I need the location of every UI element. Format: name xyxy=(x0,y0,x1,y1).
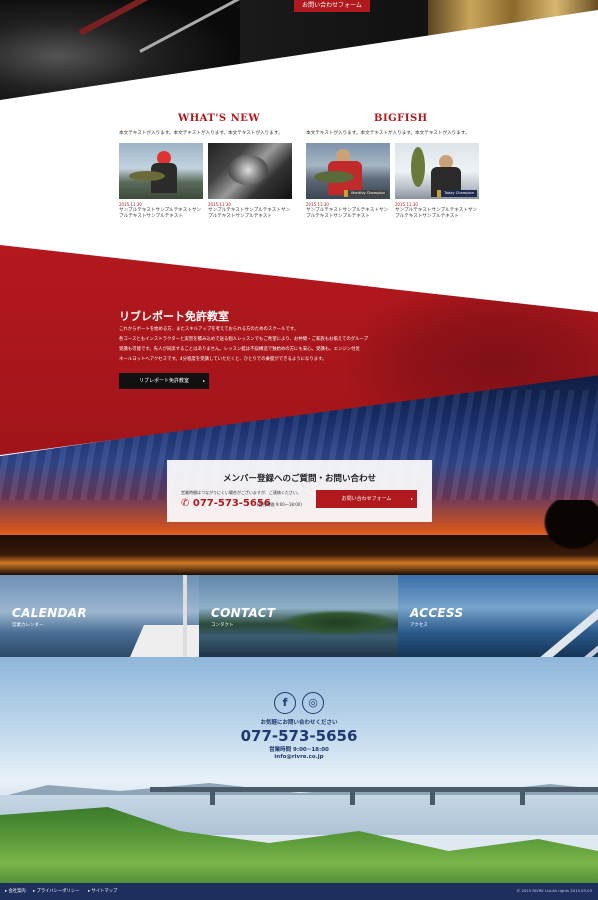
badge-today-champion: Today Champion xyxy=(437,190,477,197)
phone-icon: ✆ xyxy=(181,498,190,509)
license-text: 受講も可能です。先人が同席することはありません。レッスン艇は不誤構造で独始めの方… xyxy=(119,347,360,352)
panel-title: CALENDAR xyxy=(12,606,87,620)
contact-hours: (受付時間 9:00～18:00) xyxy=(257,502,302,507)
license-text: 各コースともインストラクターと実習を積み込めで送る個人レッスンでもご希望により、… xyxy=(119,337,369,342)
arrow-right-icon: ▸ xyxy=(202,378,205,383)
license-text: これからボートを始める方、またスキルアップを考えておられる方のためのスクールです… xyxy=(119,327,299,332)
news-photo[interactable] xyxy=(119,143,203,199)
footer-phone[interactable]: 077-573-5656 xyxy=(0,727,598,745)
contact-form-button[interactable]: お問い合わせフォーム ▸ xyxy=(316,490,417,508)
lake-landscape-image xyxy=(0,657,598,883)
whats-new-title: WHAT'S NEW xyxy=(178,113,261,124)
access-panel[interactable]: ACCESS アクセス xyxy=(398,575,598,657)
bigfish-card[interactable]: Monthly Champion 2015.11.30 サンプルテキストサンプル… xyxy=(306,143,390,220)
footer-link-sitemap[interactable]: ▸ サイトマップ xyxy=(88,888,117,894)
copyright: © 2015 RIVRE Ltd.All rights 2015.03.03 xyxy=(516,888,592,893)
contact-title: メンバー登録へのご質問・お問い合わせ xyxy=(222,474,376,484)
bridge-image xyxy=(150,787,598,792)
license-button[interactable]: リブレポート免許教室 ▸ xyxy=(119,373,209,389)
footer-hours: 営業時間 9:00~18:00 xyxy=(269,747,329,753)
panel-subtitle: 営業カレンダー xyxy=(12,623,44,628)
footer-link-company[interactable]: ▸ 会社案内 xyxy=(5,888,26,894)
arrow-right-icon: ▸ xyxy=(410,496,413,501)
bigfish-photo[interactable]: Today Champion xyxy=(395,143,479,199)
panel-title: CONTACT xyxy=(211,606,276,620)
hero-contact-button[interactable]: お問い合わせフォーム xyxy=(294,0,370,12)
bigfish-photo[interactable]: Monthly Champion xyxy=(306,143,390,199)
hero-image xyxy=(0,0,598,100)
news-card[interactable]: 2015.11.30 サンプルテキストサンプルテキストサンプルテキストサンプルテ… xyxy=(119,143,203,220)
panel-subtitle: アクセス xyxy=(410,623,428,628)
member-contact-box: メンバー登録へのご質問・お問い合わせ 営業時間はつながりにくい場合がございますが… xyxy=(167,460,432,522)
panel-title: ACCESS xyxy=(410,606,464,620)
license-title: リブレポート免許教室 xyxy=(119,310,229,323)
calendar-panel[interactable]: CALENDAR 営業カレンダー xyxy=(0,575,199,657)
footer-bar: ▸ 会社案内 ▸ プライバシーポリシー ▸ サイトマップ © 2015 RIVR… xyxy=(0,883,598,900)
footer-link-privacy[interactable]: ▸ プライバシーポリシー xyxy=(33,888,79,894)
news-card[interactable]: 2015.11.30 サンプルテキストサンプルテキストサンプルテキストサンプルテ… xyxy=(208,143,292,220)
tree-silhouette xyxy=(538,500,598,555)
contact-panel[interactable]: CONTACT コンタクト xyxy=(199,575,398,657)
news-photo[interactable] xyxy=(208,143,292,199)
license-text: ネールヨットへアクセスです。4分程度を受講していただくと、ひとりでの乗艇ができる… xyxy=(119,357,327,362)
facebook-icon[interactable]: f xyxy=(274,692,296,714)
contact-note: 営業時間はつながりにくい場合がございますが、ご連絡ください。 xyxy=(181,490,301,495)
badge-monthly-champion: Monthly Champion xyxy=(344,190,388,197)
whats-new-description: 本文テキストが入ります。本文テキストが入ります。本文テキストが入ります。 xyxy=(119,131,283,136)
footer-email[interactable]: info@rivre.co.jp xyxy=(0,754,598,760)
bigfish-title: BIGFISH xyxy=(374,113,428,124)
bigfish-description: 本文テキストが入ります。本文テキストが入ります。本文テキストが入ります。 xyxy=(306,131,470,136)
footer-message: お気軽にお問い合わせください xyxy=(260,720,338,726)
panel-subtitle: コンタクト xyxy=(211,623,234,628)
bigfish-card[interactable]: Today Champion 2015.11.30 サンプルテキストサンプルテキ… xyxy=(395,143,479,220)
instagram-icon[interactable]: ◎ xyxy=(302,692,324,714)
